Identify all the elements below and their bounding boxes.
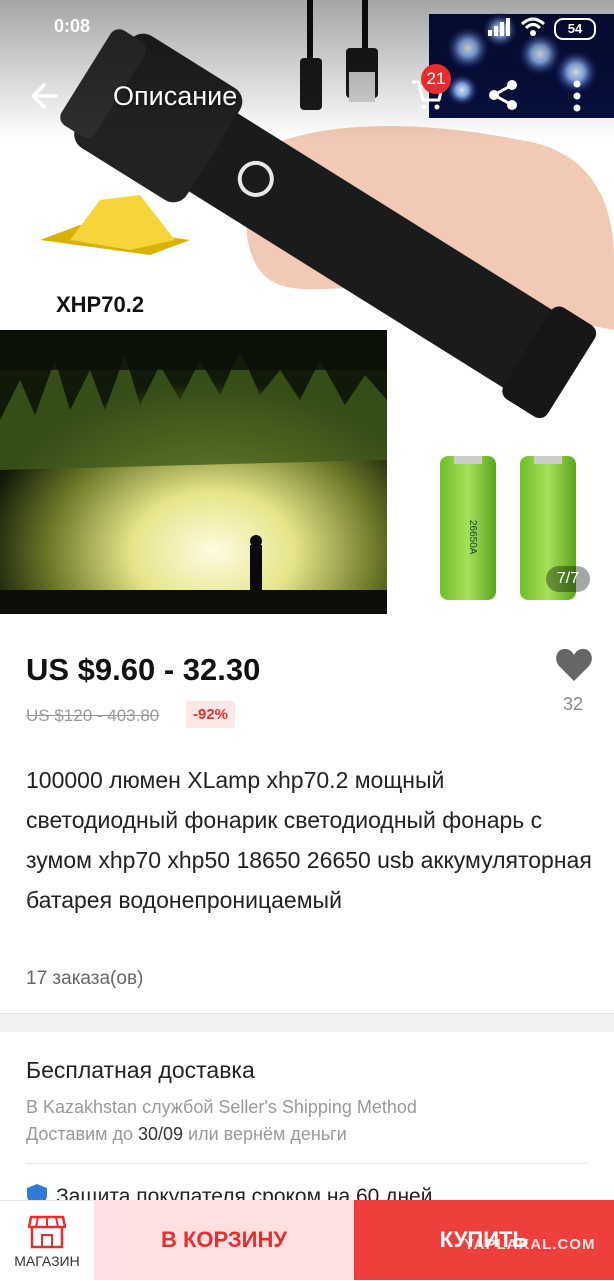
battery-icon: 54	[554, 18, 596, 40]
shipping-delivery-date: Доставим до 30/09 или вернём деньги	[26, 1124, 347, 1145]
status-time: 0:08	[54, 16, 91, 36]
store-label: МАГАЗИН	[14, 1253, 80, 1269]
product-gallery[interactable]: XHP70.2 26650A 0:08 54 Описание 21 7/7	[0, 0, 614, 614]
wishlist-count: 32	[562, 694, 584, 714]
section-divider	[0, 1013, 614, 1032]
shipping-date: 30/09	[137, 1124, 184, 1144]
shipping-method: В Kazakhstan службой Seller's Shipping M…	[26, 1097, 417, 1117]
wifi-icon	[520, 17, 546, 36]
gallery-counter: 7/7	[546, 566, 590, 592]
orders-count: 17 заказа(ов)	[26, 968, 144, 989]
back-arrow-icon[interactable]	[26, 78, 62, 114]
status-bar: 0:08 54	[0, 0, 614, 54]
old-price: US $120 - 403.80	[26, 706, 160, 725]
share-icon[interactable]	[486, 78, 520, 112]
discount-badge: -92%	[186, 701, 236, 728]
signal-icon	[488, 18, 510, 36]
price: US $9.60 - 32.30	[26, 652, 261, 687]
divider	[26, 1163, 588, 1164]
product-description: 100000 люмен XLamp xhp70.2 мощный светод…	[26, 767, 592, 913]
cart-count-badge: 21	[421, 64, 451, 94]
add-to-cart-button[interactable]: В КОРЗИНУ	[94, 1200, 354, 1280]
more-options-icon[interactable]	[566, 78, 588, 114]
shipping-date-prefix: Доставим до	[26, 1124, 138, 1144]
watermark: YAPLAKAL.COM	[464, 1236, 596, 1253]
battery-level: 54	[567, 21, 583, 36]
battery-label: 26650A	[467, 520, 478, 555]
store-button[interactable]: МАГАЗИН	[0, 1200, 94, 1281]
page-title: Описание	[113, 81, 238, 111]
shipping-date-suffix: или вернём деньги	[183, 1124, 347, 1144]
store-icon	[28, 1215, 66, 1249]
heart-icon[interactable]	[555, 647, 593, 683]
shipping-title: Бесплатная доставка	[26, 1057, 255, 1083]
chip-label: XHP70.2	[56, 292, 144, 317]
top-bar: Описание 21	[0, 54, 614, 138]
bottom-action-bar: МАГАЗИН В КОРЗИНУ КУПИТЬ YAPLAKAL.COM	[0, 1200, 614, 1281]
